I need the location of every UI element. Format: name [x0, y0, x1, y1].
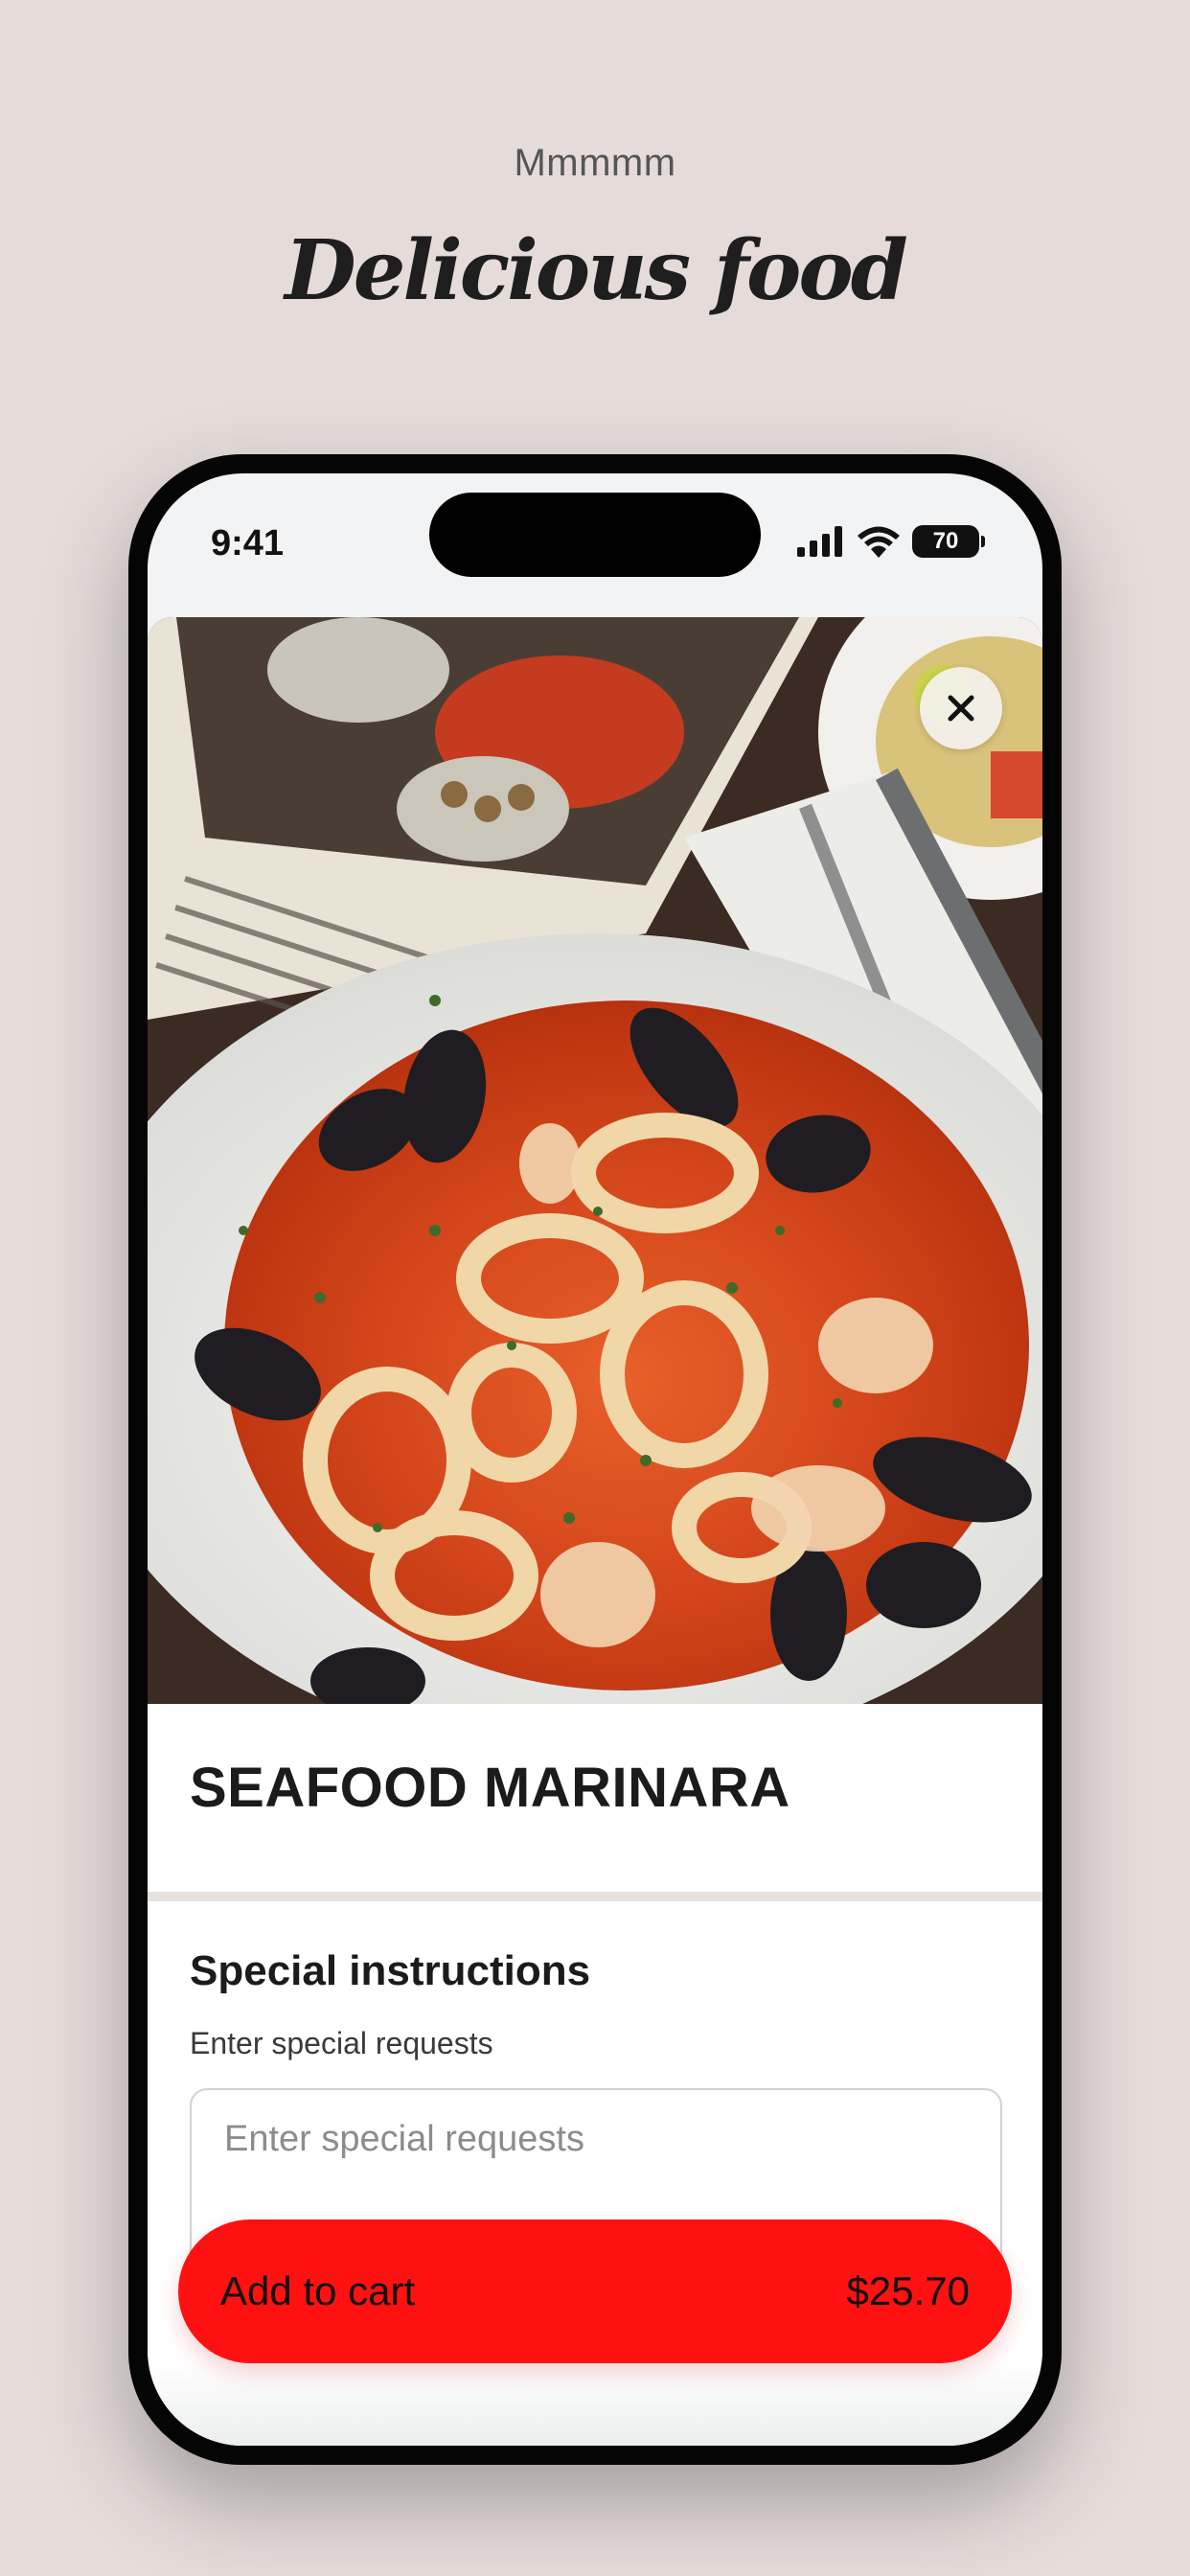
cart-price: $25.70	[846, 2268, 970, 2313]
promo-page: Mmmmm Delicious food 9:41 70 SEAFOOD MAR…	[0, 0, 1190, 2576]
add-to-cart-button[interactable]: Add to cart $25.70	[178, 2220, 1012, 2363]
dish-title: SEAFOOD MARINARA	[190, 1757, 790, 1819]
special-instructions-label: Enter special requests	[190, 2026, 493, 2060]
close-button[interactable]	[920, 667, 1002, 749]
bottom-fade	[148, 2361, 1042, 2446]
phone-frame: 9:41 70 SEAFOOD MARINARA Special instruc…	[128, 454, 1062, 2465]
status-icons: 70	[797, 525, 985, 558]
eyebrow-text: Mmmmm	[514, 142, 676, 184]
battery-icon: 70	[912, 525, 985, 558]
cellular-signal-icon	[797, 526, 842, 557]
status-time: 9:41	[211, 523, 285, 564]
wifi-icon	[858, 526, 900, 558]
headline: Delicious food	[285, 222, 908, 319]
seafood-marinara-photo	[148, 617, 1042, 1704]
section-divider	[148, 1892, 1042, 1901]
phone-screen: 9:41 70 SEAFOOD MARINARA Special instruc…	[148, 473, 1042, 2446]
add-to-cart-label: Add to cart	[220, 2268, 416, 2313]
special-instructions-heading: Special instructions	[190, 1947, 591, 1994]
status-bar: 9:41 70	[148, 473, 1042, 617]
close-icon	[948, 695, 974, 722]
dish-detail-sheet: SEAFOOD MARINARA Special instructions En…	[148, 617, 1042, 2446]
dynamic-island	[429, 493, 761, 577]
